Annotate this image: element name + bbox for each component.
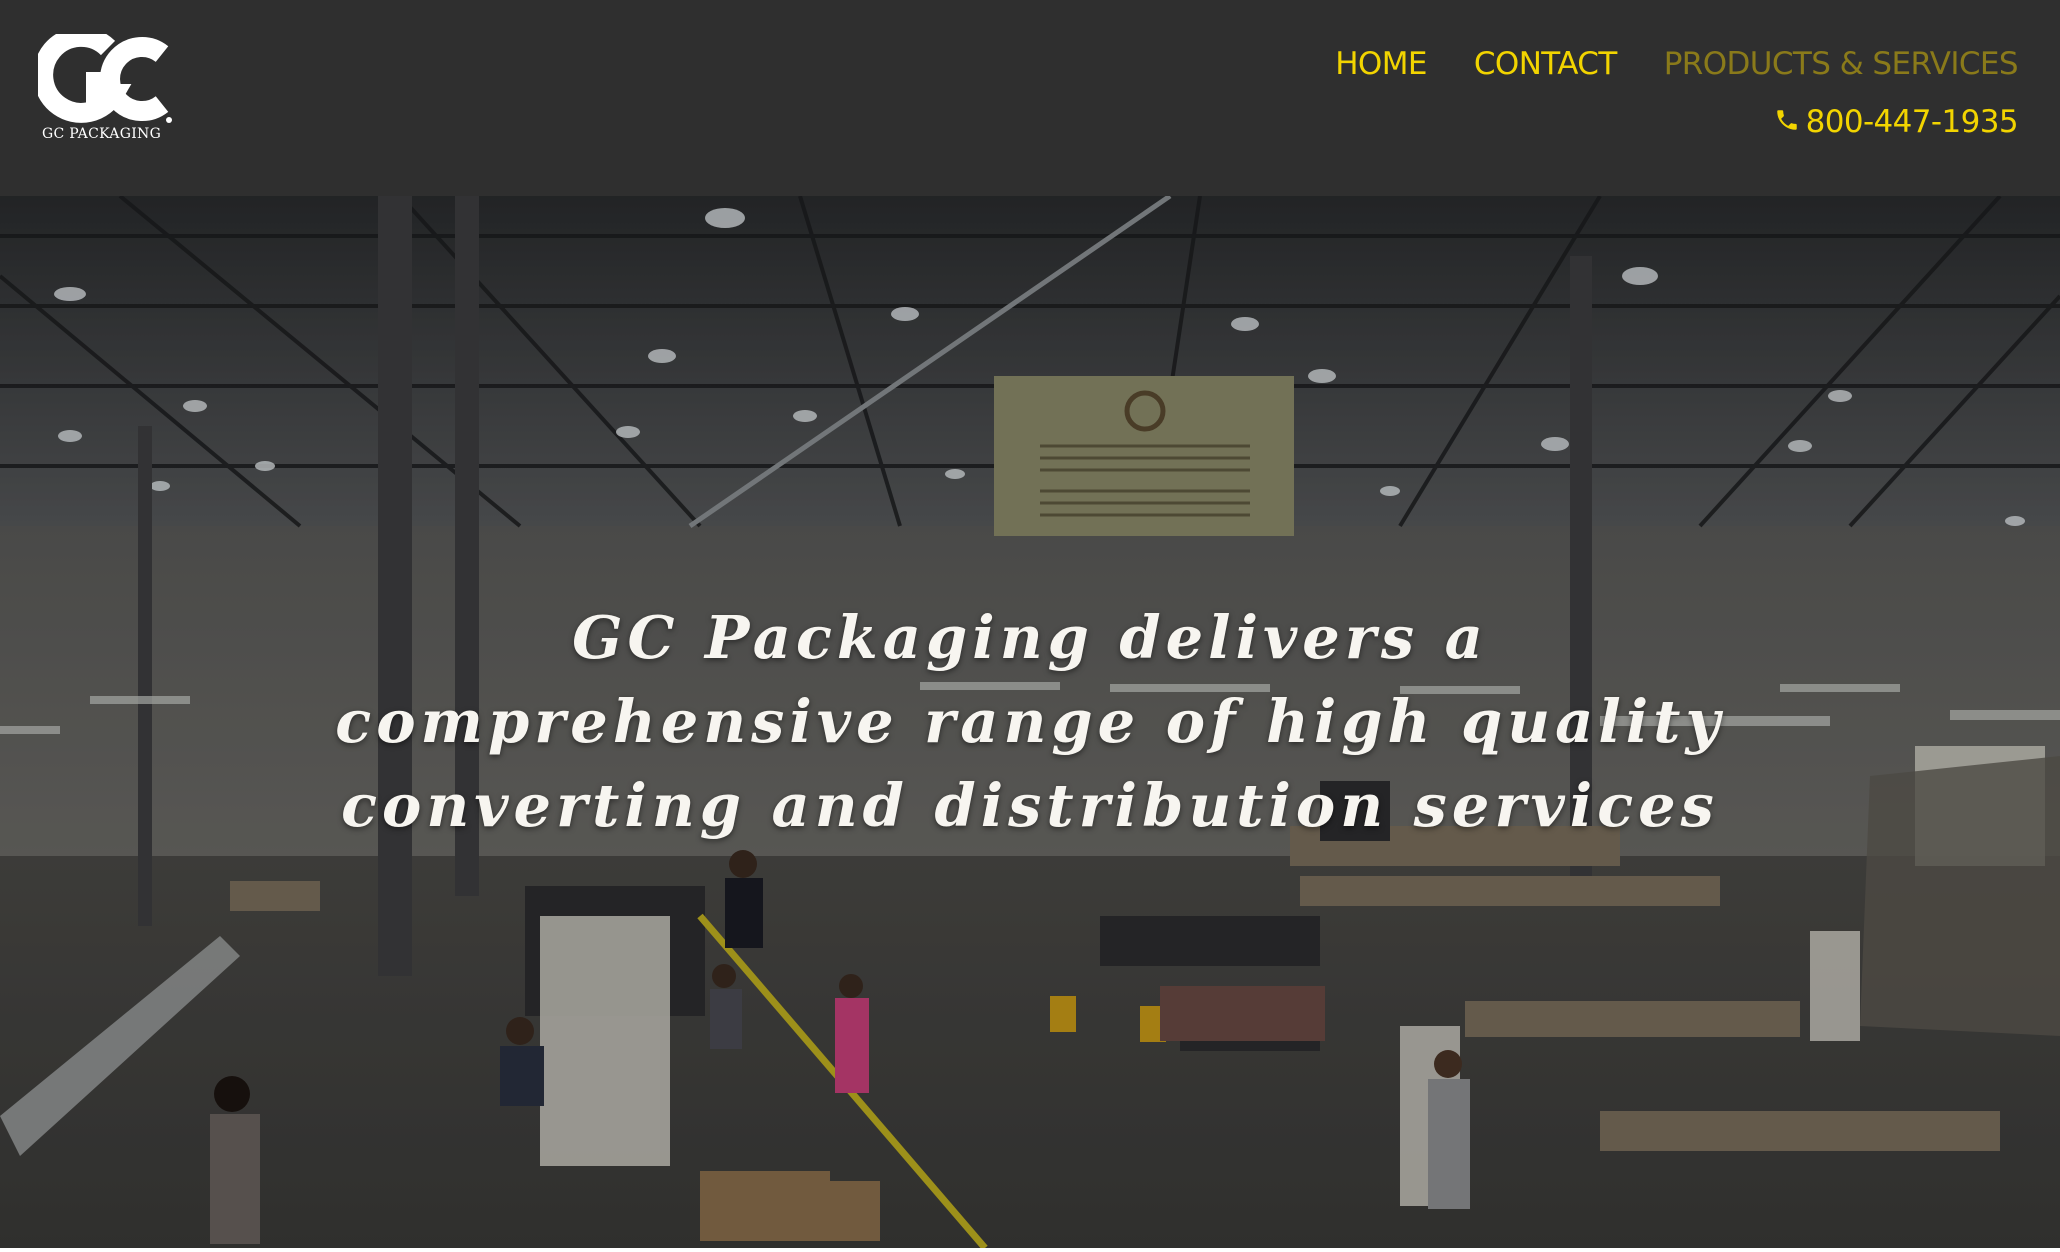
hero-banner: GC Packaging delivers a comprehensive ra… [0, 196, 2060, 1248]
phone-number[interactable]: 800-447-1935 [1806, 104, 2019, 140]
hero-headline: GC Packaging delivers a comprehensive ra… [335, 603, 1725, 840]
nav-products-services[interactable]: PRODUCTS & SERVICES [1664, 46, 2019, 82]
gc-packaging-logo[interactable]: GC PACKAGING [38, 34, 174, 144]
phone-link[interactable]: 800-447-1935 [1774, 100, 2019, 144]
page-bottom-edge [0, 1248, 2060, 1252]
nav-contact[interactable]: CONTACT [1474, 46, 1617, 82]
nav-home[interactable]: HOME [1335, 46, 1427, 82]
phone-icon [1774, 107, 1800, 137]
site-header: GC PACKAGING HOME CONTACT PRODUCTS & SER… [0, 0, 2060, 196]
main-navigation: HOME CONTACT PRODUCTS & SERVICES [1335, 42, 2018, 86]
logo-wordmark: GC PACKAGING [42, 126, 162, 142]
